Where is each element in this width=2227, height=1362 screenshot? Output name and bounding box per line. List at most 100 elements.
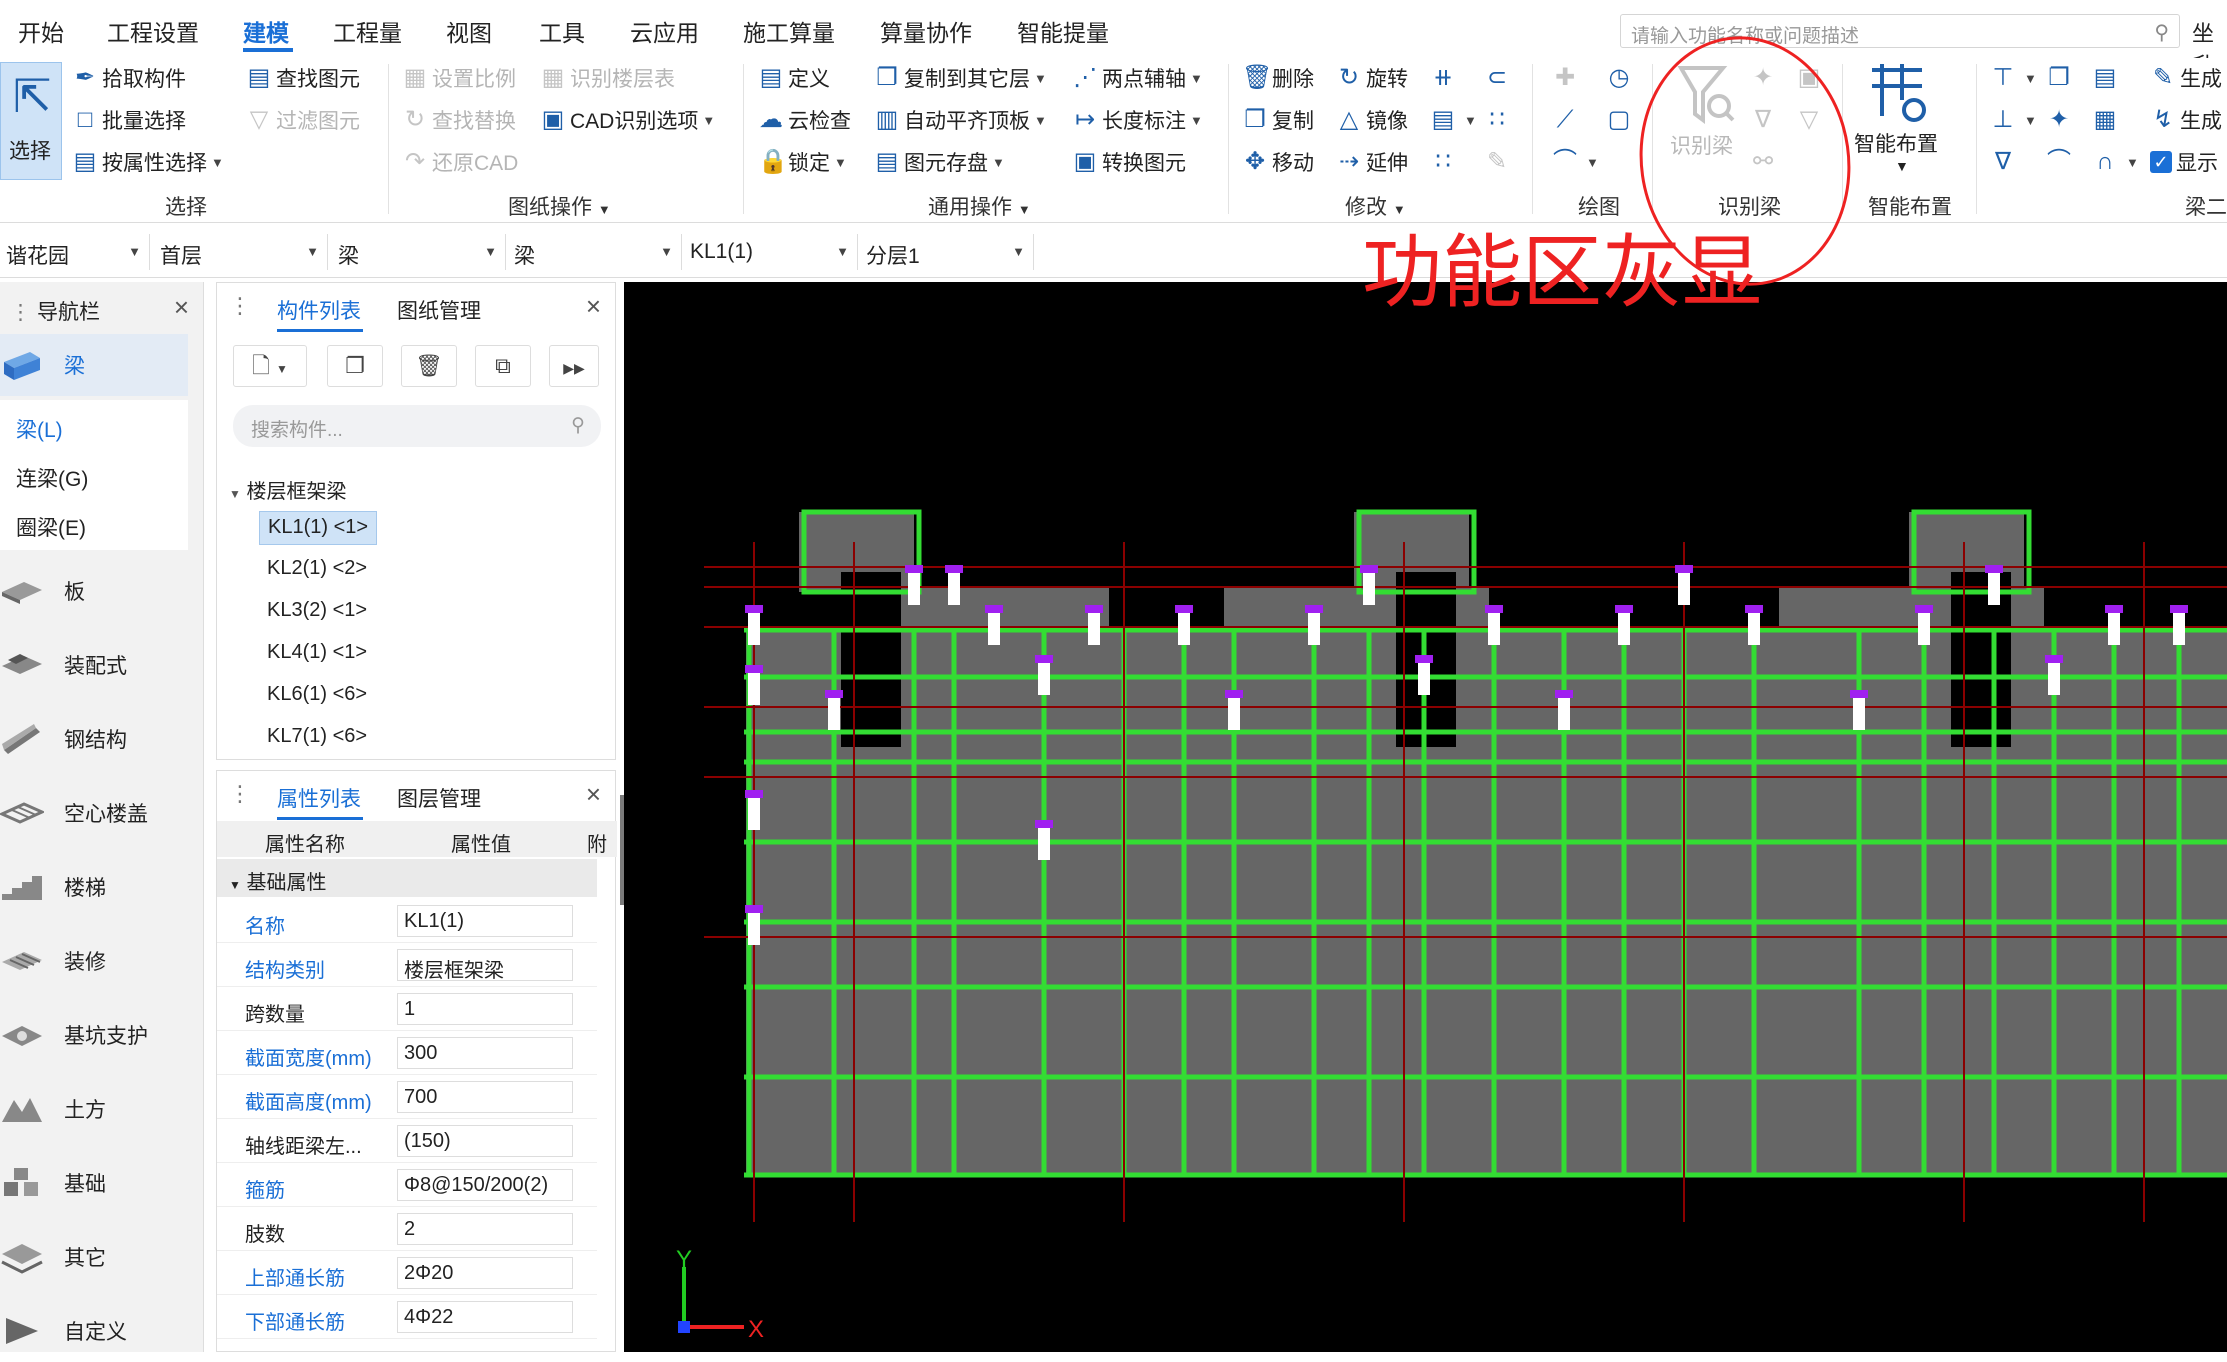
close-icon[interactable]: ×	[586, 291, 601, 322]
tab-layer-management[interactable]: 图层管理	[397, 783, 481, 813]
filter-element-button[interactable]: ▽ 过滤图元	[246, 104, 360, 136]
define-button[interactable]: ▤ 定义	[758, 62, 830, 94]
beam-tool-g[interactable]: ∇	[1990, 146, 2020, 178]
menu-project-settings[interactable]: 工程设置	[107, 14, 199, 48]
recognize-beam-tool-4[interactable]: ▽	[1796, 104, 1826, 136]
property-value-field[interactable]: 1	[397, 993, 573, 1025]
recognize-beam-tool-5[interactable]: ⚯	[1750, 146, 1780, 178]
beam-tool-i[interactable]: ∩ ▼	[2092, 146, 2139, 178]
nav-item-slab[interactable]: 板	[0, 560, 188, 622]
sublayer-selector[interactable]: 分层1 ▼	[860, 234, 1034, 270]
copy-component-button[interactable]: ❐	[327, 345, 383, 387]
nav-item-excavation[interactable]: 基坑支护	[0, 1004, 188, 1066]
break-button[interactable]: ⧺	[1430, 62, 1460, 94]
tab-component-list[interactable]: 构件列表	[277, 295, 361, 325]
menu-view[interactable]: 视图	[446, 14, 492, 48]
nav-item-other[interactable]: 其它	[0, 1226, 188, 1288]
menu-collaboration[interactable]: 算量协作	[880, 14, 972, 48]
tree-item[interactable]: KL4(1) <1>	[259, 637, 375, 671]
type-selector[interactable]: 梁 ▼	[508, 234, 682, 270]
recognize-floor-table-button[interactable]: ▦ 识别楼层表	[540, 62, 675, 94]
display-toggle[interactable]: ✓ 显示	[2150, 146, 2218, 178]
nav-item-custom[interactable]: 自定义	[0, 1300, 188, 1362]
function-search-input[interactable]: 请输入功能名称或问题描述 ⚲	[1620, 14, 2180, 48]
find-element-button[interactable]: ▤ 查找图元	[246, 62, 360, 94]
menu-construction[interactable]: 施工算量	[743, 14, 835, 48]
property-value-field[interactable]: KL1(1)	[397, 905, 573, 937]
more-tools-button[interactable]: ▶▶	[549, 345, 599, 387]
copy-to-floor-button[interactable]: ❐ 复制到其它层 ▼	[874, 62, 1047, 94]
tree-group-floor-frame-beam[interactable]: ▼ 楼层框架梁	[229, 475, 346, 504]
menu-modeling[interactable]: 建模	[243, 14, 289, 48]
drawing-canvas[interactable]: YX	[624, 282, 2227, 1352]
menu-quantity[interactable]: 工程量	[333, 14, 402, 48]
rotate-button[interactable]: ↻ 旋转	[1336, 62, 1408, 94]
cad-options-button[interactable]: ▣ CAD识别选项 ▼	[540, 104, 716, 136]
search-icon[interactable]: ⚲	[2154, 20, 2169, 45]
close-icon[interactable]: ×	[174, 292, 189, 323]
select-button[interactable]: ⇱ 选择	[0, 62, 62, 180]
delete-button[interactable]: 🗑 删除	[1242, 62, 1314, 94]
tab-drawing-management[interactable]: 图纸管理	[397, 295, 481, 325]
close-icon[interactable]: ×	[586, 779, 601, 810]
category-selector[interactable]: 梁 ▼	[332, 234, 506, 270]
recognize-beam-tool-2[interactable]: ▣	[1796, 62, 1826, 94]
project-selector[interactable]: 谐花园 ▼	[0, 234, 150, 270]
beam-tool-a[interactable]: ⊤ ▼	[1990, 62, 2037, 94]
extend-button[interactable]: ⇢ 延伸	[1336, 146, 1408, 178]
component-selector[interactable]: KL1(1) ▼	[684, 234, 858, 270]
property-value-field[interactable]: 300	[397, 1037, 573, 1069]
convert-element-button[interactable]: ▣ 转换图元	[1072, 146, 1186, 178]
tree-item[interactable]: KL6(1) <6>	[259, 679, 375, 713]
property-group-basic[interactable]: ▼ 基础属性	[217, 859, 597, 897]
two-point-axis-button[interactable]: ⋰ 两点辅轴 ▼	[1072, 62, 1203, 94]
beam-tool-d[interactable]: ⊥ ▼	[1990, 104, 2037, 136]
search-icon[interactable]: ⚲	[571, 414, 585, 437]
tab-property-list[interactable]: 属性列表	[277, 783, 361, 813]
property-value-field[interactable]: 700	[397, 1081, 573, 1113]
caret-down-icon[interactable]: ▼	[229, 487, 241, 501]
nav-item-hollow-floor[interactable]: 空心楼盖	[0, 782, 188, 844]
beam-tool-e[interactable]: ✦	[2046, 104, 2076, 136]
mirror-button[interactable]: △ 镜像	[1336, 104, 1408, 136]
arc-draw-button[interactable]: ⌒ ▼	[1552, 146, 1599, 178]
select-by-attribute-button[interactable]: ▤ 按属性选择 ▼	[72, 146, 224, 178]
grip-icon[interactable]: ⋮	[229, 781, 251, 807]
tree-item[interactable]: KL1(1) <1>	[259, 511, 378, 545]
nav-item-stairs[interactable]: 楼梯	[0, 856, 188, 918]
beam-tool-h[interactable]: ⌒	[2046, 146, 2076, 178]
pick-component-button[interactable]: ✒ 拾取构件	[72, 62, 186, 94]
beam-tool-b[interactable]: ❐	[2046, 62, 2076, 94]
beam-tool-c[interactable]: ▤	[2092, 62, 2122, 94]
batch-select-button[interactable]: □ 批量选择	[72, 104, 186, 136]
find-replace-button[interactable]: ↻ 查找替换	[402, 104, 516, 136]
auto-align-slab-button[interactable]: ▥ 自动平齐顶板 ▼	[874, 104, 1047, 136]
checkbox-checked-icon[interactable]: ✓	[2150, 151, 2172, 173]
grip-icon[interactable]: ⋮	[10, 301, 31, 324]
component-search-input[interactable]: 搜索构件... ⚲	[233, 405, 601, 447]
nav-sub-coupling-beam[interactable]: 连梁(G)	[16, 463, 88, 493]
new-component-button[interactable]: 🗋 ▼	[233, 345, 307, 387]
delete-component-button[interactable]: 🗑	[401, 345, 457, 387]
set-scale-button[interactable]: ▦ 设置比例	[402, 62, 516, 94]
move-button[interactable]: ✥ 移动	[1242, 146, 1314, 178]
offset-button[interactable]: ⊂	[1484, 62, 1514, 94]
property-value-field[interactable]: 楼层框架梁	[397, 949, 573, 982]
property-value-field[interactable]: 2	[397, 1213, 573, 1245]
point-draw-button[interactable]: ✚	[1552, 62, 1582, 94]
property-value-field[interactable]: 4Φ22	[397, 1301, 573, 1333]
split-button[interactable]: ∷	[1484, 104, 1514, 136]
recognize-beam-button[interactable]: 识别梁	[1665, 58, 1745, 168]
nav-item-decoration[interactable]: 装修	[0, 930, 188, 992]
grip-icon[interactable]: ⋮	[229, 293, 251, 319]
property-value-field[interactable]: 2Φ20	[397, 1257, 573, 1289]
property-value-field[interactable]: (150)	[397, 1125, 573, 1157]
save-element-button[interactable]: ▤ 图元存盘 ▼	[874, 146, 1005, 178]
tree-item[interactable]: KL2(1) <2>	[259, 553, 375, 587]
layer-copy-button[interactable]: ⧉	[475, 345, 531, 387]
recognize-beam-tool-3[interactable]: ∇	[1750, 104, 1780, 136]
circle-draw-button[interactable]: ◷	[1606, 62, 1636, 94]
nav-sub-ring-beam[interactable]: 圈梁(E)	[16, 512, 86, 542]
nav-item-beam[interactable]: 梁	[0, 334, 188, 396]
align-button[interactable]: ▤ ▼	[1430, 104, 1477, 136]
